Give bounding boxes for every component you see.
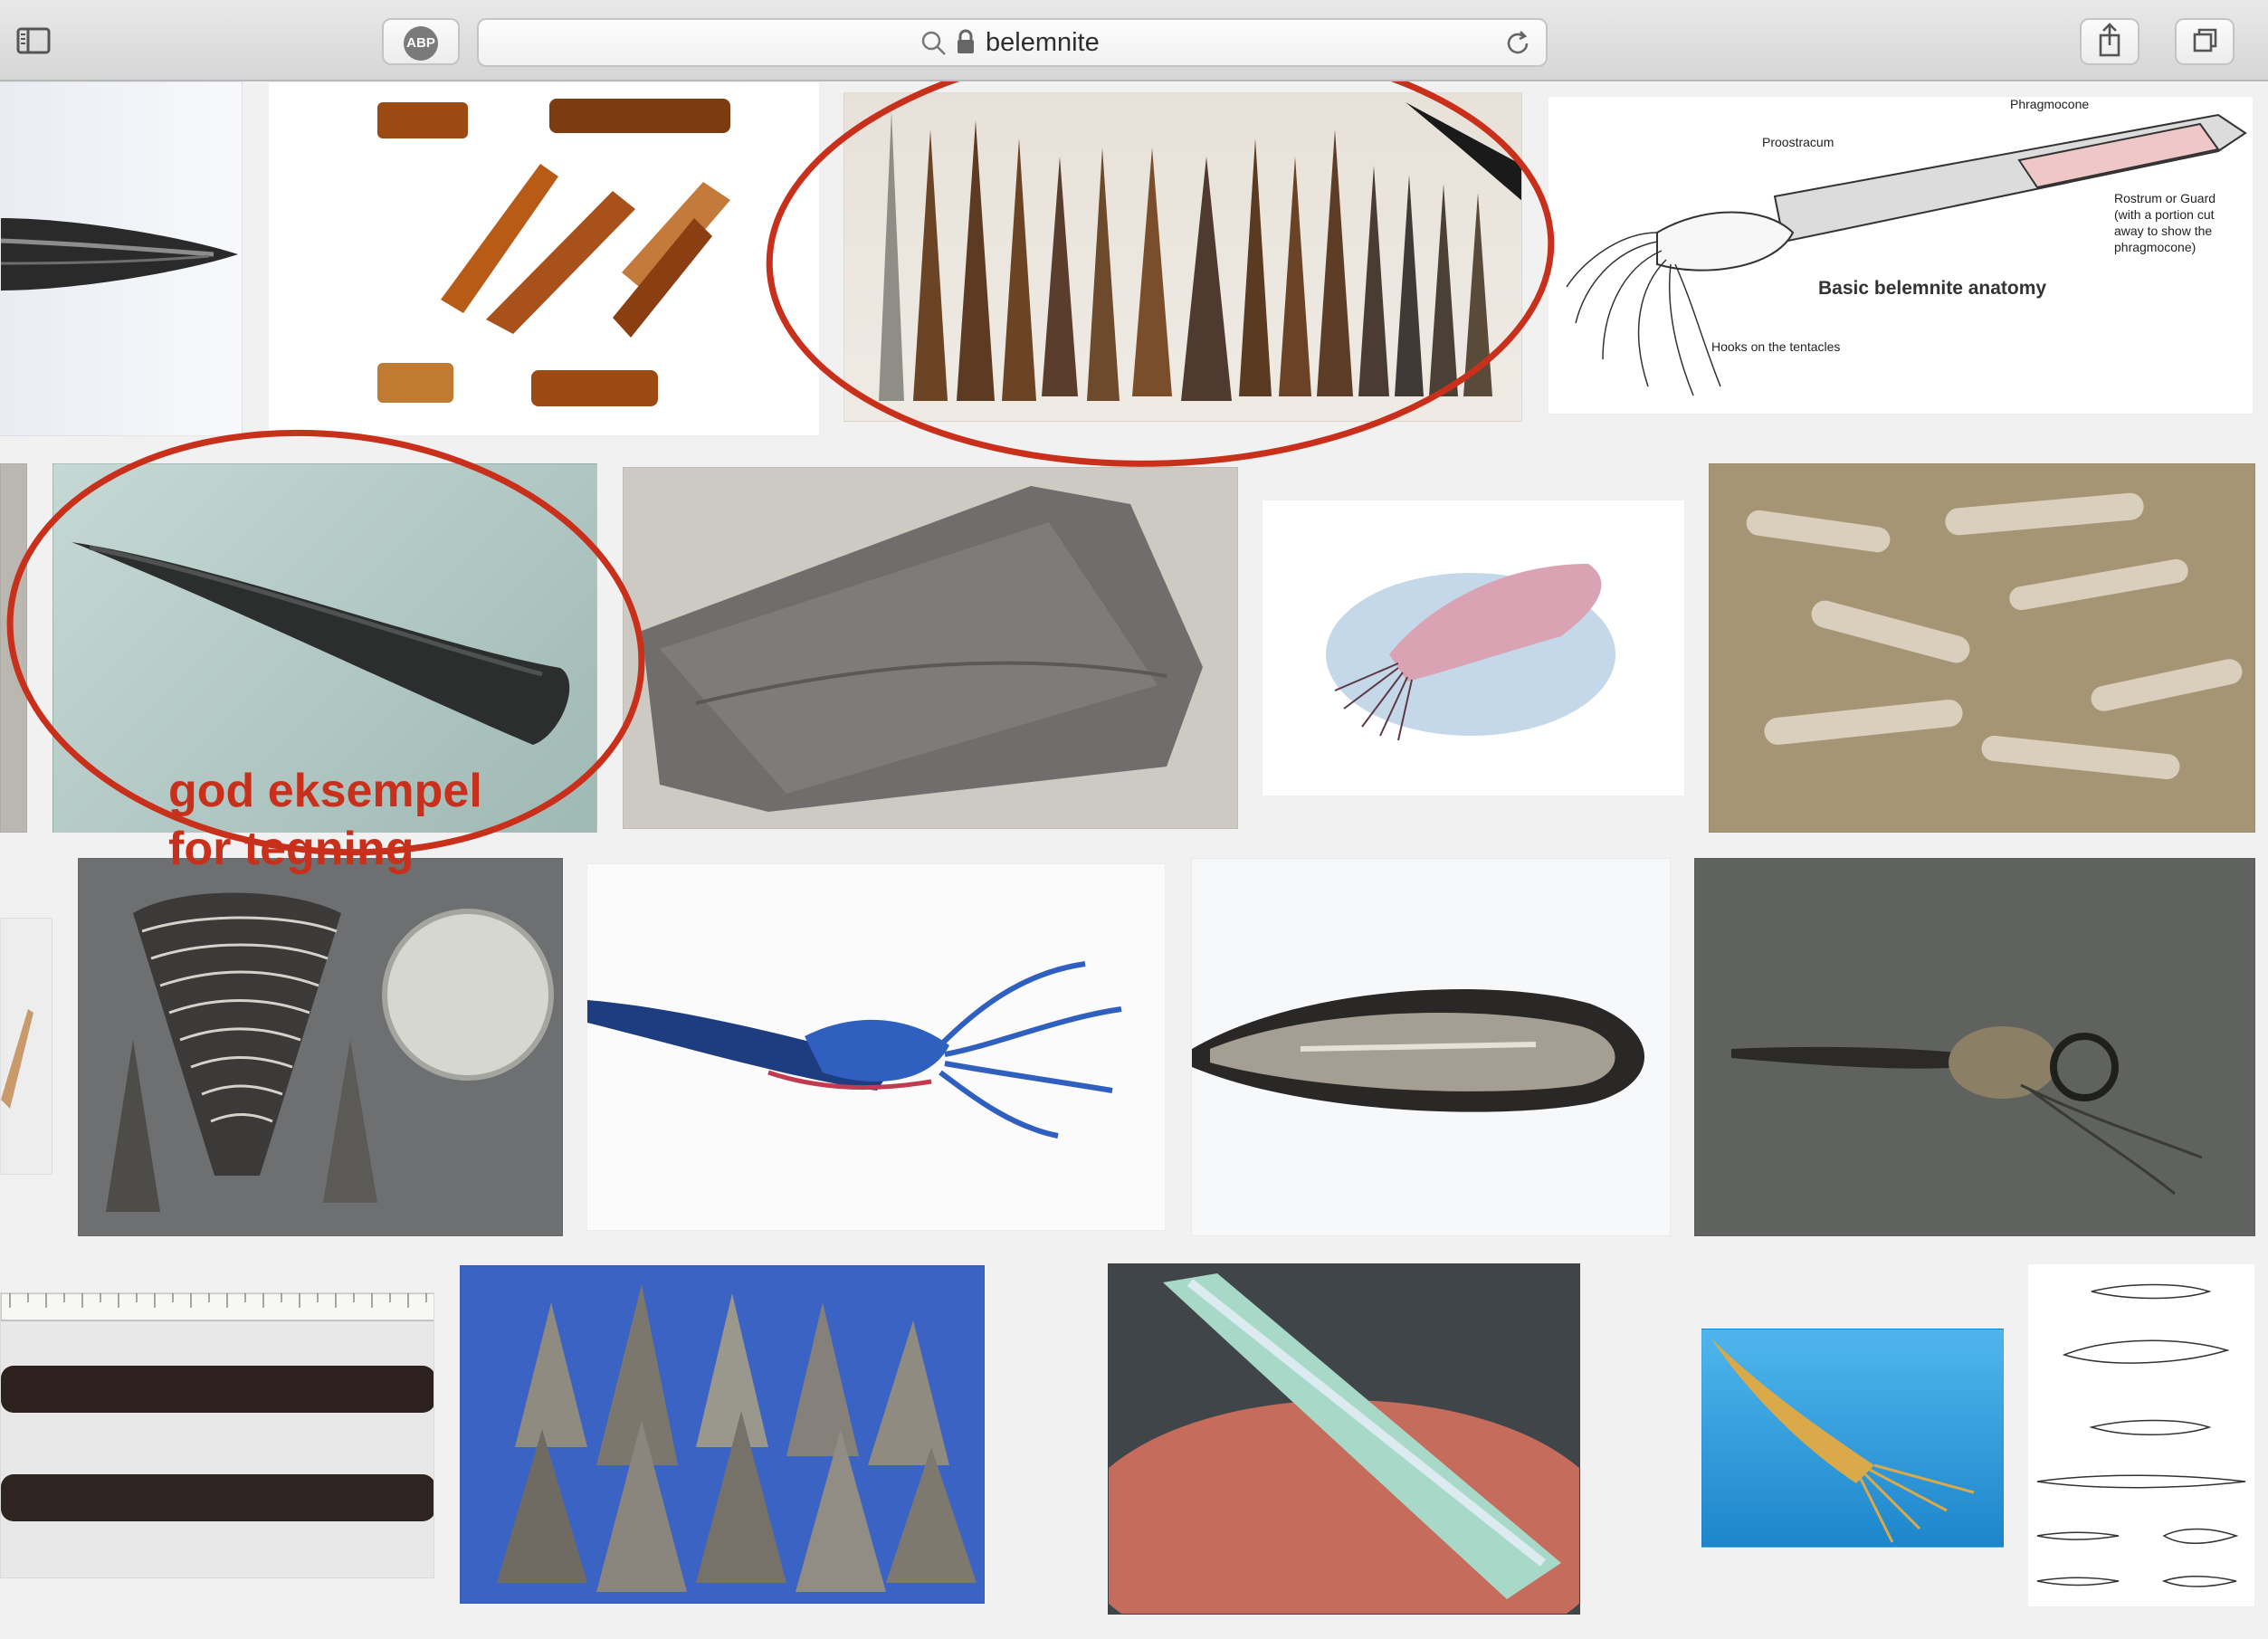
annotation-line-1: god eksempel: [168, 765, 482, 817]
share-icon: [2099, 23, 2120, 57]
diagram-label-rostrum-note-3: phragmocone): [2114, 240, 2197, 254]
sidebar-toggle-button[interactable]: [9, 18, 62, 65]
annotation-line-2: for tegning: [168, 823, 415, 875]
share-button[interactable]: [2080, 18, 2139, 65]
tabs-button[interactable]: [2175, 18, 2235, 65]
result-image-fossil-slab[interactable]: [1709, 463, 2255, 833]
address-bar[interactable]: belemnite: [477, 18, 1548, 67]
result-image-opal-belemnite[interactable]: [1108, 1263, 1580, 1615]
result-image-belemnite-row[interactable]: [843, 92, 1522, 422]
diagram-label-rostrum-note-2: away to show the: [2114, 224, 2213, 238]
sidebar-icon: [16, 27, 51, 54]
search-icon: [921, 31, 946, 55]
adblock-icon: ABP: [404, 26, 438, 61]
result-image-amber-belemnites[interactable]: [268, 81, 820, 436]
result-image-squid-illustration[interactable]: [1262, 500, 1685, 796]
lock-icon: [958, 29, 974, 53]
result-image-blue-belemnite-model[interactable]: [586, 863, 1166, 1231]
diagram-title: Basic belemnite anatomy: [1818, 278, 2047, 299]
reload-icon[interactable]: [1503, 29, 1532, 58]
annotation-note: god eksempel for tegning: [168, 762, 482, 878]
address-text: belemnite: [986, 28, 1100, 57]
result-image-ruler-belemnites[interactable]: [0, 1292, 434, 1578]
result-image-anatomy-diagram[interactable]: Phragmocone Proostracum Rostrum or Guard…: [1548, 96, 2254, 415]
result-image-partial-left[interactable]: [0, 463, 27, 833]
result-image-polished-orthoceras[interactable]: [1191, 858, 1671, 1236]
result-image-grey-rock[interactable]: [623, 467, 1238, 829]
result-image-ringed-belemnites-coin[interactable]: [78, 858, 563, 1236]
diagram-label-rostrum: Rostrum or Guard: [2114, 191, 2216, 205]
diagram-label-hooks: Hooks on the tentacles: [1711, 339, 1841, 354]
image-results-grid: Phragmocone Proostracum Rostrum or Guard…: [0, 81, 2268, 1639]
browser-toolbar: ABP belemnite: [0, 0, 2268, 81]
result-image-golden-squid[interactable]: [1701, 1329, 2004, 1548]
result-image-fossil-squid-slate[interactable]: [1694, 858, 2255, 1236]
tabs-icon: [2193, 28, 2217, 52]
diagram-label-proostracum: Proostracum: [1762, 135, 1834, 149]
result-image-pile-of-belemnites[interactable]: [460, 1265, 985, 1604]
result-image-black-belemnite[interactable]: [0, 81, 243, 436]
diagram-label-rostrum-note-1: (with a portion cut: [2114, 207, 2215, 222]
result-image-partial-left-2[interactable]: [0, 918, 52, 1175]
diagram-label-phragmocone: Phragmocone: [2010, 97, 2090, 111]
result-image-scientific-drawings[interactable]: [2027, 1263, 2255, 1607]
adblock-button[interactable]: ABP: [382, 18, 460, 65]
